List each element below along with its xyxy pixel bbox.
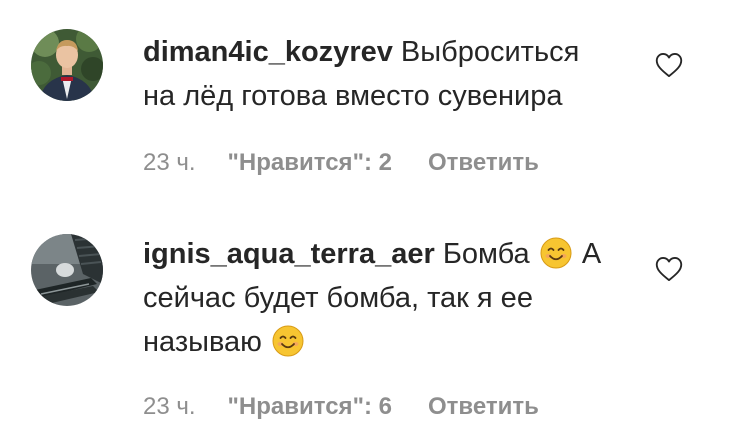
- comment-likes[interactable]: "Нравится": 2: [228, 149, 392, 177]
- avatar[interactable]: [31, 234, 103, 306]
- avatar[interactable]: [31, 29, 103, 101]
- comment-username[interactable]: ignis_aqua_terra_aer: [143, 238, 435, 270]
- comment-text-line: сейчас будет бомба, так я ее: [143, 282, 533, 314]
- comment-meta: 23 ч. "Нравится": 6 Ответить: [143, 392, 539, 422]
- comment-likes[interactable]: "Нравится": 6: [228, 393, 392, 421]
- smiling-face-emoji-icon: [272, 325, 304, 357]
- comment-text-line: на лёд готова вместо сувенира: [143, 80, 563, 112]
- avatar-photo: [31, 29, 103, 101]
- smiling-face-emoji-icon: [540, 237, 572, 269]
- comment-meta: 23 ч. "Нравится": 2 Ответить: [143, 148, 539, 178]
- like-button[interactable]: [655, 256, 683, 282]
- comment-username[interactable]: diman4ic_kozyrev: [143, 36, 393, 68]
- comment-text: ignis_aqua_terra_aer Бомба А сейчас буде…: [143, 232, 623, 364]
- comment-text-line: называю: [143, 326, 262, 358]
- like-button[interactable]: [655, 52, 683, 78]
- comment-time[interactable]: 23 ч.: [143, 149, 196, 177]
- heart-outline-icon: [655, 256, 683, 282]
- comment-time[interactable]: 23 ч.: [143, 393, 196, 421]
- comment-text-line: Выброситься: [400, 36, 580, 68]
- heart-outline-icon: [655, 52, 683, 78]
- reply-button[interactable]: Ответить: [428, 393, 539, 421]
- avatar-photo: [31, 234, 103, 306]
- reply-button[interactable]: Ответить: [428, 149, 539, 177]
- comment-item: diman4ic_kozyrev Выброситься на лёд гото…: [0, 0, 730, 200]
- comment-text: diman4ic_kozyrev Выброситься на лёд гото…: [143, 30, 613, 118]
- comment-text-line: Бомба: [442, 238, 530, 270]
- comment-text-line: А: [581, 238, 602, 270]
- comment-item: ignis_aqua_terra_aer Бомба А сейчас буде…: [0, 212, 730, 431]
